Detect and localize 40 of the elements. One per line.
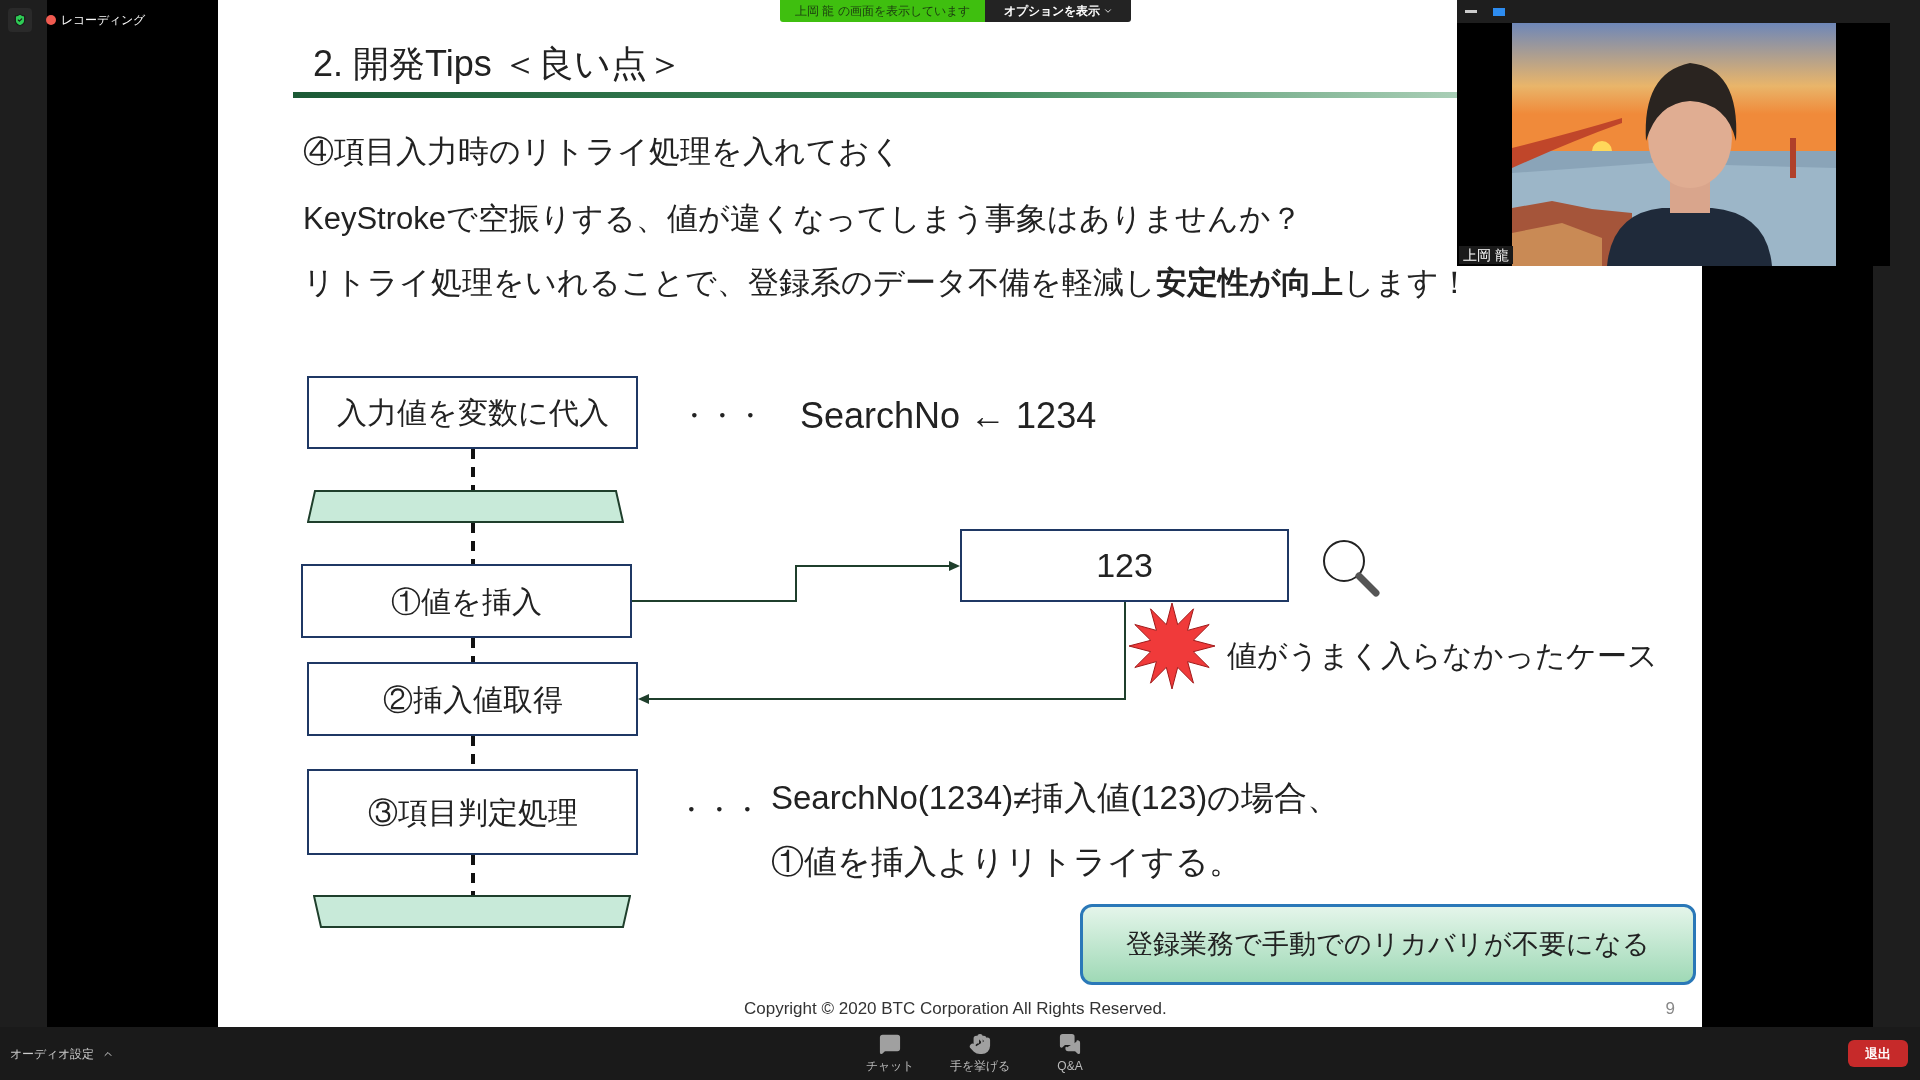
- judge-note: SearchNo(1234)≠挿入値(123)の場合、: [771, 778, 1341, 818]
- dashed-connector: [471, 638, 475, 662]
- recording-label: レコーディング: [61, 12, 145, 29]
- process-box: 入力値を変数に代入: [307, 376, 638, 449]
- result-banner: 登録業務で手動でのリカバリが不要になる: [1080, 904, 1696, 985]
- options-button[interactable]: オプションを表示: [985, 0, 1131, 22]
- assignment-text: SearchNo ← 1234: [800, 394, 1097, 438]
- starburst-icon: [1128, 602, 1216, 690]
- failure-note: 値がうまく入らなかったケース: [1227, 638, 1658, 674]
- slide-text: KeyStrokeで空振りする、値が違くなってしまう事象はありませんか？: [303, 200, 1302, 238]
- ellipsis: ・・・: [677, 793, 761, 827]
- leave-button[interactable]: 退出: [1848, 1040, 1908, 1067]
- value-box: 123: [960, 529, 1289, 602]
- participant-name: 上岡 龍: [1459, 246, 1513, 264]
- search-icon: [1323, 540, 1380, 597]
- share-banner: 上岡 龍 の画面を表示しています: [780, 0, 985, 22]
- copyright-text: Copyright © 2020 BTC Corporation All Rights Reserved.: [744, 998, 1167, 1021]
- hand-icon: [969, 1033, 991, 1055]
- process-box: ②挿入値取得: [307, 662, 638, 736]
- security-badge[interactable]: [8, 8, 32, 32]
- dashed-connector: [471, 523, 475, 564]
- slide-title: 2. 開発Tips ＜良い点＞: [312, 42, 684, 86]
- slide-heading: ④項目入力時のリトライ処理を入れておく: [302, 133, 903, 171]
- toolbar-button[interactable]: Q&A: [1040, 1033, 1100, 1075]
- view-icon[interactable]: [1493, 7, 1505, 16]
- slide-text: リトライ処理をいれることで、登録系のデータ不備を軽減し安定性が向上します！: [303, 264, 1470, 302]
- ellipsis: ・・・: [680, 399, 764, 433]
- shield-icon: [13, 13, 27, 27]
- process-box: ①値を挿入: [301, 564, 632, 638]
- speech-bubbles-icon: [1058, 1033, 1082, 1055]
- chevron-down-icon: [1102, 6, 1113, 16]
- dashed-connector: [471, 449, 475, 490]
- audio-settings-button[interactable]: オーディオ設定: [10, 1044, 114, 1063]
- toolbar-button[interactable]: 手を挙げる: [950, 1033, 1010, 1075]
- process-box: ③項目判定処理: [307, 769, 638, 855]
- judge-note: ①値を挿入よりリトライする。: [771, 842, 1242, 882]
- page-number: 9: [1665, 998, 1675, 1021]
- chat-icon: [879, 1033, 901, 1055]
- dashed-connector: [471, 855, 475, 895]
- toolbar-button[interactable]: チャット: [860, 1033, 920, 1075]
